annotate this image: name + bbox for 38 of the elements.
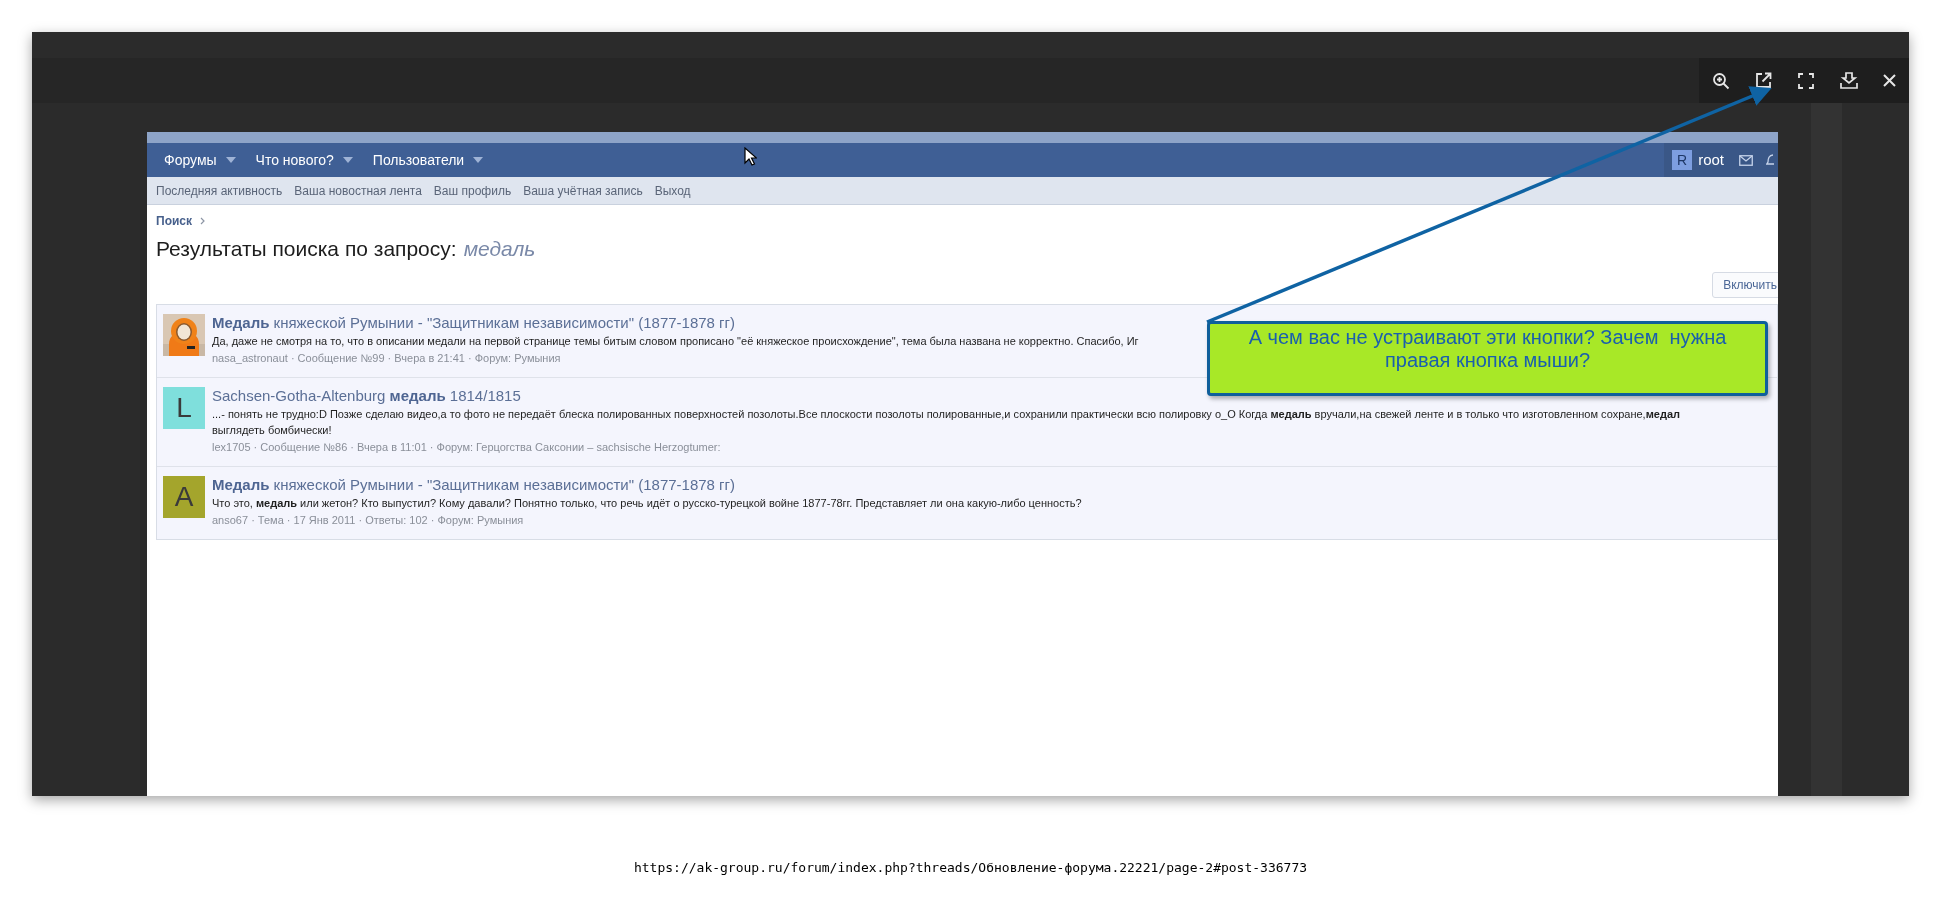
bell-icon[interactable] [1766, 153, 1774, 167]
sub-nav-link[interactable]: Ваша новостная лента [294, 181, 422, 200]
nav-tab[interactable]: Что нового? [255, 149, 353, 171]
result-title[interactable]: Медаль княжеской Румынии - "Защитникам независимости" (1877-1878 гг) [212, 313, 1139, 333]
result-meta: nasa_astronaut · Сообщение №99 · Вчера в 21:41 · Форум: Румыния [212, 351, 562, 366]
result-title[interactable]: Медаль княжеской Румынии - "Защитникам независимости" (1877-1878 гг) [212, 475, 1082, 495]
result-snippet: выглядеть бомбически! [212, 423, 333, 438]
external-link-icon[interactable] [1755, 72, 1773, 89]
caret-icon [225, 157, 236, 163]
mail-icon[interactable] [1739, 154, 1753, 166]
page-title: Результаты поиска по запросу: [156, 236, 457, 262]
zoom-in-icon[interactable] [1711, 71, 1730, 90]
filter-button[interactable]: Включить [1712, 272, 1778, 298]
close-icon[interactable] [1883, 74, 1897, 87]
user-avatar: R [1672, 150, 1693, 170]
sub-nav-link[interactable]: Ваш профиль [433, 181, 512, 200]
nav-tab[interactable]: Форумы [164, 149, 236, 171]
user-avatar: A [163, 476, 205, 518]
result-meta: lex1705 · Сообщение №86 · Вчера в 11:01 · Форум: Герцогства Саксонии – sachsische Herzogtumer: [212, 440, 722, 455]
result-meta: anso67 · Тема · 17 Янв 2011 · Ответы: 102 · Форум: Румыния [212, 513, 525, 528]
nav-tab[interactable]: Пользователи [372, 149, 484, 171]
caret-icon [473, 157, 484, 163]
cursor-icon [744, 147, 757, 166]
download-icon[interactable] [1839, 72, 1858, 89]
result-snippet: Что это, медаль или жетон? Кто выпустил? Кому давали? Понятно только, что речь идёт о русско-турецкой войне 1877-78гг. Представляет ли она какую-либо ценность? [212, 496, 1082, 511]
sub-nav-link[interactable]: Выход [654, 181, 691, 200]
breadcrumb-link[interactable]: Поиск [156, 212, 192, 230]
result-snippet: ...- понять не трудно:D Позже сделаю видео,а то фото не передаёт блеска полированных поверхностей позолоты.Все плоскости позолоты полированные,и сохранили практически всю полировку о_О Когда медаль вручали,на свежей ленте и в только что изготовленном сохране,медал [212, 407, 1680, 422]
sub-nav-link[interactable]: Последняя активность [156, 181, 283, 200]
fullscreen-icon[interactable] [1798, 72, 1814, 89]
search-query: медаль [463, 236, 536, 262]
page-url: https://ak-group.ru/forum/index.php?threads/Обновление-форума.22221/page-2#post-336773 [632, 859, 1309, 877]
sub-nav-link[interactable]: Ваша учётная запись [523, 181, 643, 200]
callout-tooltip: А чем вас не устраивают эти кнопки? Зачем нужна правая кнопка мыши? [1207, 321, 1768, 396]
caret-icon [342, 157, 353, 163]
user-avatar: L [163, 387, 205, 429]
result-snippet: Да, даже не смотря на то, что в описании медали на первой странице темы битым словом прописано "её княжеское происхождение", тема была названа не корректно. Спасибо, Иг [212, 334, 1139, 349]
chevron-icon [200, 217, 205, 225]
